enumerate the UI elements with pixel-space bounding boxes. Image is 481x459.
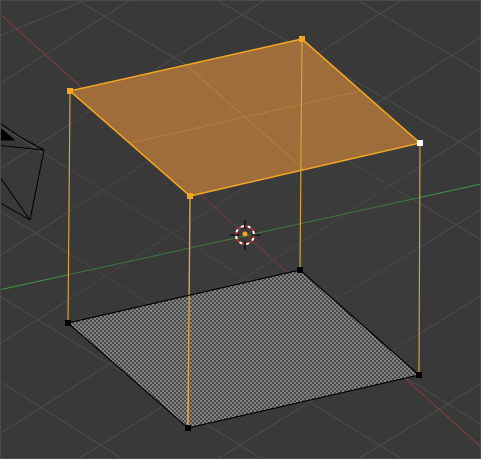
cube-vertex-active[interactable]: [417, 140, 423, 146]
camera-wireframe-icon[interactable]: [0, 120, 45, 221]
object-origin-dot: [242, 231, 248, 237]
cube-vertex[interactable]: [297, 267, 303, 273]
cube-vertex[interactable]: [185, 425, 191, 431]
cube-object[interactable]: [65, 36, 423, 431]
3d-viewport[interactable]: [0, 0, 481, 459]
cube-vertex-selected[interactable]: [299, 36, 305, 42]
cube-vertex-selected[interactable]: [67, 88, 73, 94]
cube-vertex-selected[interactable]: [187, 193, 193, 199]
viewport-canvas[interactable]: [0, 0, 481, 459]
cube-vertex[interactable]: [65, 320, 71, 326]
cube-vertex[interactable]: [416, 372, 422, 378]
